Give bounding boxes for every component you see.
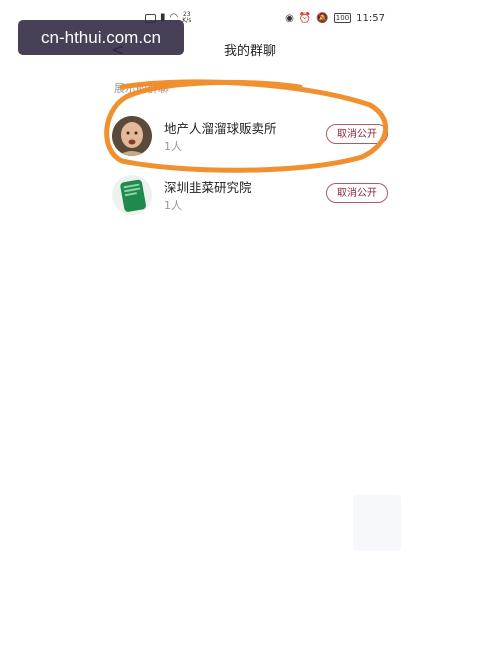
group-member-count: 1人	[164, 199, 182, 212]
group-name: 深圳韭菜研究院	[164, 180, 252, 195]
group-member-count: 1人	[164, 140, 182, 153]
unpublish-button[interactable]: 取消公开	[326, 124, 388, 144]
unpublish-button[interactable]: 取消公开	[326, 183, 388, 203]
mute-icon: 🔕	[316, 12, 329, 24]
alarm-icon: ⏰	[298, 12, 312, 24]
status-time: 11:57	[356, 12, 385, 24]
group-row[interactable]: 地产人溜溜球贩卖所 1人 取消公开	[110, 112, 390, 162]
watermark: cn-hthui.com.cn	[18, 20, 184, 55]
group-name: 地产人溜溜球贩卖所	[164, 121, 277, 136]
section-label: 展示的群聊	[114, 82, 169, 95]
floating-overlay	[353, 495, 401, 551]
eye-icon: ◉	[285, 12, 294, 24]
avatar	[112, 116, 152, 156]
avatar	[112, 175, 152, 215]
group-row[interactable]: 深圳韭菜研究院 1人 取消公开	[110, 171, 390, 221]
battery-indicator: 100	[333, 13, 352, 23]
